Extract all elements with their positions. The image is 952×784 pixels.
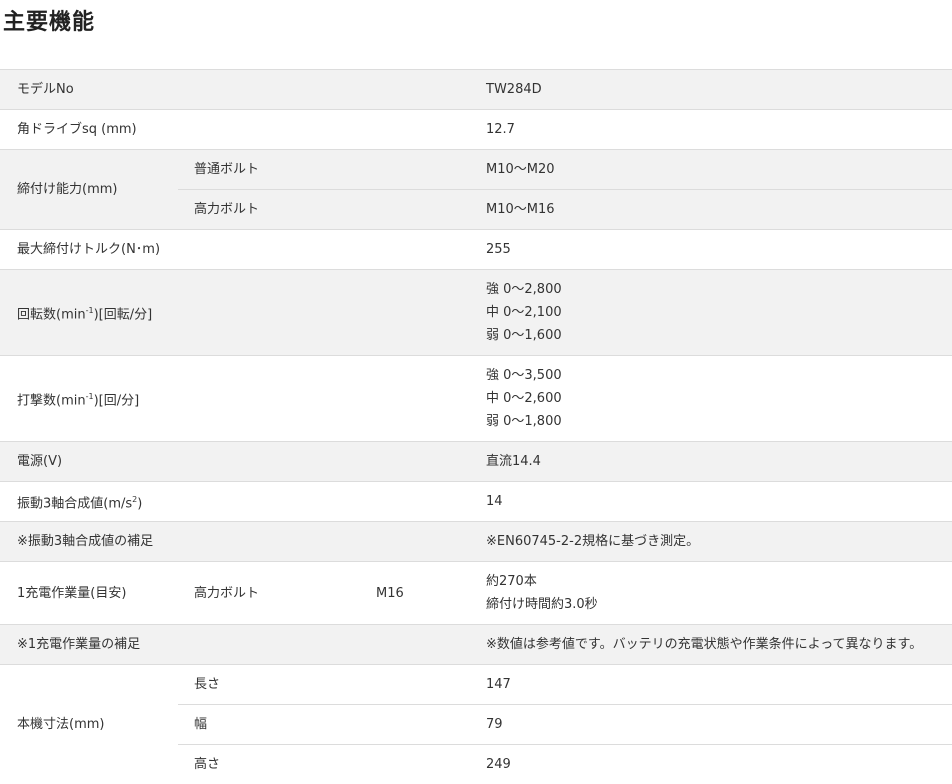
spec-row-vibration-note: ※振動3軸合成値の補足 ※EN60745-2-2規格に基づき測定。 — [0, 522, 952, 562]
spec-label: 打撃数(min-1)[回/分] — [0, 356, 476, 442]
spec-row-vibration: 振動3軸合成値(m/s2) 14 — [0, 482, 952, 522]
spec-value: 147 — [476, 665, 952, 705]
spec-label: 振動3軸合成値(m/s2) — [0, 482, 476, 522]
spec-label: 本機寸法(mm) — [0, 665, 178, 784]
spec-label: 回転数(min-1)[回転/分] — [0, 270, 476, 356]
spec-size: M16 — [360, 562, 476, 625]
spec-value: 255 — [476, 230, 952, 270]
spec-row-model: モデルNo TW284D — [0, 70, 952, 110]
spec-label: 最大締付けトルク(N･m) — [0, 230, 476, 270]
spec-value: TW284D — [476, 70, 952, 110]
speed-line: 弱 0～1,600 — [486, 324, 952, 347]
spec-sublabel: 高さ — [178, 745, 476, 784]
spec-row-impact: 打撃数(min-1)[回/分] 強 0～3,500 中 0～2,600 弱 0～… — [0, 356, 952, 442]
spec-value: 強 0～3,500 中 0～2,600 弱 0～1,800 — [476, 356, 952, 442]
work-line: 締付け時間約3.0秒 — [486, 593, 952, 616]
spec-row-torque: 最大締付けトルク(N･m) 255 — [0, 230, 952, 270]
spec-row-dimension-length: 本機寸法(mm) 長さ 147 — [0, 665, 952, 705]
spec-row-capacity-normal: 締付け能力(mm) 普通ボルト M10～M20 — [0, 150, 952, 190]
spec-value: 14 — [476, 482, 952, 522]
spec-label: モデルNo — [0, 70, 476, 110]
spec-sublabel: 長さ — [178, 665, 476, 705]
spec-label: ※1充電作業量の補足 — [0, 625, 476, 665]
spec-label: 1充電作業量(目安) — [0, 562, 178, 625]
spec-value: 強 0～2,800 中 0～2,100 弱 0～1,600 — [476, 270, 952, 356]
spec-value: 79 — [476, 705, 952, 745]
impact-line: 中 0～2,600 — [486, 387, 952, 410]
spec-value: ※EN60745-2-2規格に基づき測定。 — [476, 522, 952, 562]
spec-sublabel: 高力ボルト — [178, 562, 360, 625]
spec-label: ※振動3軸合成値の補足 — [0, 522, 476, 562]
spec-sublabel: 普通ボルト — [178, 150, 476, 190]
spec-row-power: 電源(V) 直流14.4 — [0, 442, 952, 482]
spec-row-work-note: ※1充電作業量の補足 ※数値は参考値です。バッテリの充電状態や作業条件によって異… — [0, 625, 952, 665]
spec-sublabel: 幅 — [178, 705, 476, 745]
spec-value: M10～M20 — [476, 150, 952, 190]
spec-label: 締付け能力(mm) — [0, 150, 178, 230]
work-line: 約270本 — [486, 570, 952, 593]
spec-label: 電源(V) — [0, 442, 476, 482]
spec-value: 約270本 締付け時間約3.0秒 — [476, 562, 952, 625]
impact-line: 強 0～3,500 — [486, 364, 952, 387]
spec-label: 角ドライブsq (mm) — [0, 110, 476, 150]
impact-line: 弱 0～1,800 — [486, 410, 952, 433]
spec-row-rotation: 回転数(min-1)[回転/分] 強 0～2,800 中 0～2,100 弱 0… — [0, 270, 952, 356]
spec-value: 249 — [476, 745, 952, 784]
spec-value: 直流14.4 — [476, 442, 952, 482]
spec-row-drive: 角ドライブsq (mm) 12.7 — [0, 110, 952, 150]
speed-line: 強 0～2,800 — [486, 278, 952, 301]
speed-line: 中 0～2,100 — [486, 301, 952, 324]
page-title: 主要機能 — [3, 4, 95, 36]
spec-sublabel: 高力ボルト — [178, 190, 476, 230]
spec-value: M10～M16 — [476, 190, 952, 230]
spec-row-work: 1充電作業量(目安) 高力ボルト M16 約270本 締付け時間約3.0秒 — [0, 562, 952, 625]
spec-table: モデルNo TW284D 角ドライブsq (mm) 12.7 締付け能力(mm)… — [0, 69, 952, 784]
spec-value: ※数値は参考値です。バッテリの充電状態や作業条件によって異なります。 — [476, 625, 952, 665]
spec-value: 12.7 — [476, 110, 952, 150]
